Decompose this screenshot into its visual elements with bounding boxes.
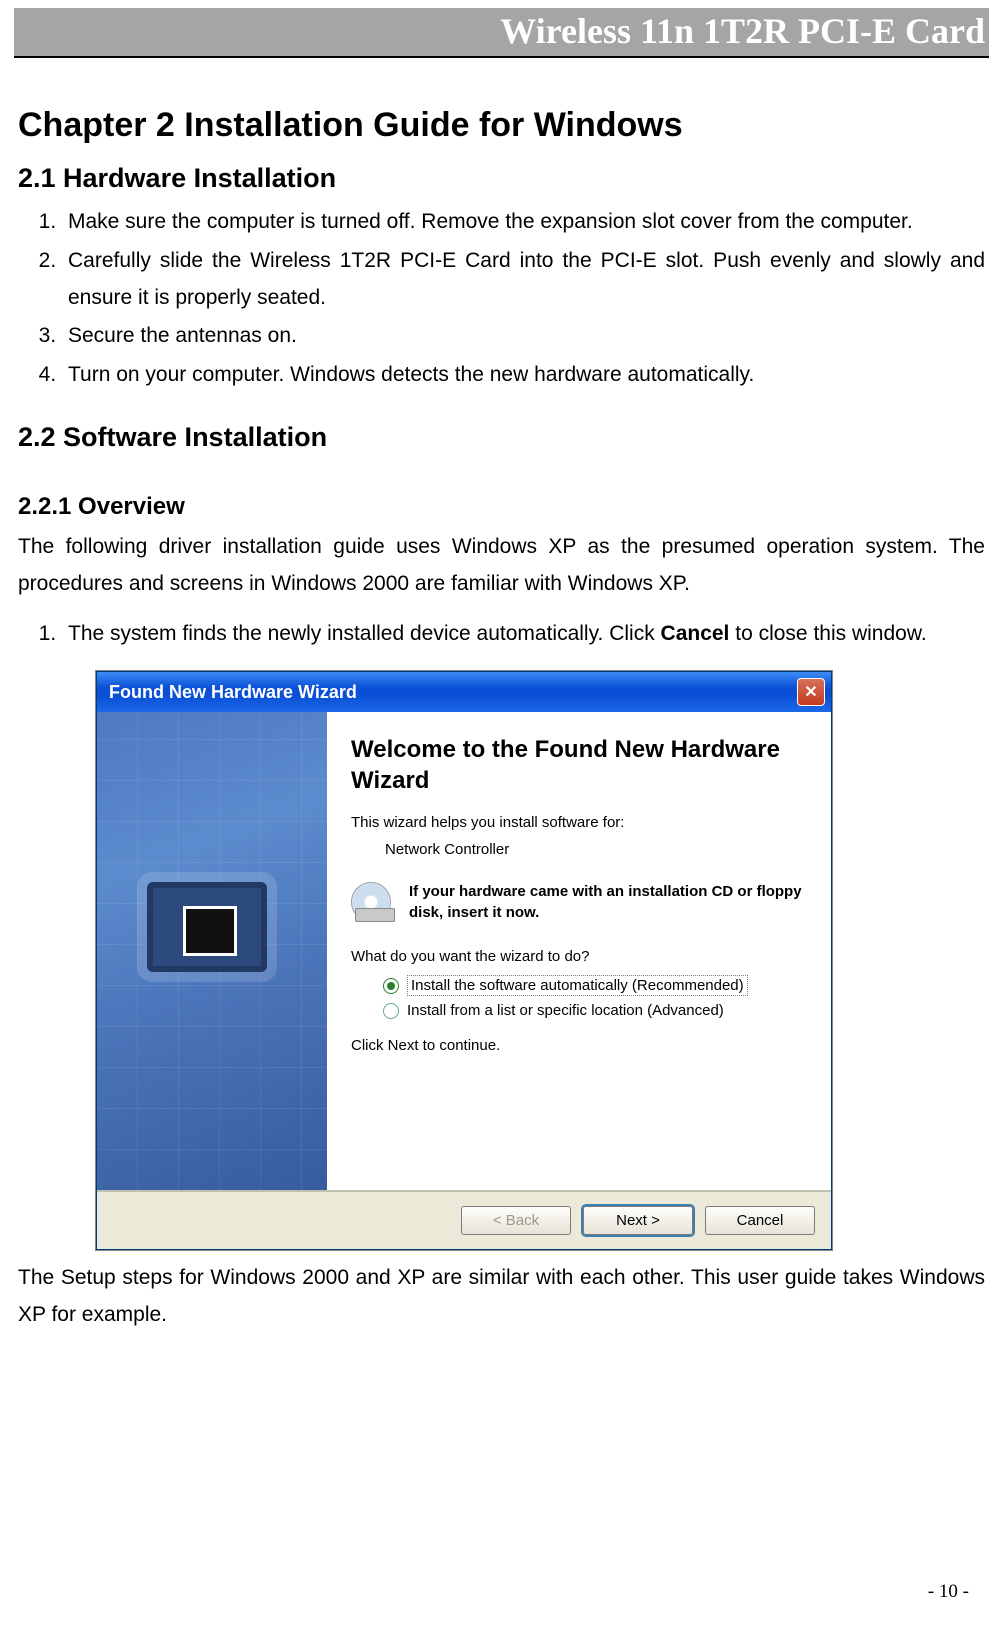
radio-option-auto[interactable]: Install the software automatically (Reco… xyxy=(383,975,811,996)
radio-option-list[interactable]: Install from a list or specific location… xyxy=(383,1002,811,1019)
list-item: Secure the antennas on. xyxy=(62,318,985,355)
back-button[interactable]: < Back xyxy=(461,1206,571,1235)
page-number: - 10 - xyxy=(928,1581,969,1603)
radio-label: Install from a list or specific location… xyxy=(407,1002,724,1019)
list-item: Make sure the computer is turned off. Re… xyxy=(62,204,985,241)
list-item: Turn on your computer. Windows detects t… xyxy=(62,357,985,394)
wizard-question: What do you want the wizard to do? xyxy=(351,948,811,965)
list-item: The system finds the newly installed dev… xyxy=(62,616,985,653)
wizard-titlebar-text: Found New Hardware Wizard xyxy=(109,682,357,703)
after-wizard-paragraph: The Setup steps for Windows 2000 and XP … xyxy=(18,1260,985,1334)
step-text-pre: The system finds the newly installed dev… xyxy=(68,622,661,645)
section-2-2-1-heading: 2.2.1 Overview xyxy=(18,493,985,521)
wizard-screenshot: Found New Hardware Wizard ✕ Welcome to t… xyxy=(96,671,985,1250)
step-text-post: to close this window. xyxy=(729,622,926,645)
wizard-window: Found New Hardware Wizard ✕ Welcome to t… xyxy=(96,671,832,1250)
list-item: Carefully slide the Wireless 1T2R PCI-E … xyxy=(62,243,985,317)
next-button[interactable]: Next > xyxy=(583,1206,693,1235)
wizard-continue-text: Click Next to continue. xyxy=(351,1037,811,1054)
wizard-titlebar[interactable]: Found New Hardware Wizard ✕ xyxy=(97,672,831,712)
wizard-footer: < Back Next > Cancel xyxy=(97,1190,831,1249)
radio-icon xyxy=(383,1003,399,1019)
close-icon[interactable]: ✕ xyxy=(797,678,825,706)
section-2-1-heading: 2.1 Hardware Installation xyxy=(18,163,985,194)
hardware-steps-list: Make sure the computer is turned off. Re… xyxy=(18,204,985,394)
section-2-2-heading: 2.2 Software Installation xyxy=(18,422,985,453)
doc-header: Wireless 11n 1T2R PCI-E Card xyxy=(14,8,989,58)
wizard-help-text: This wizard helps you install software f… xyxy=(351,814,811,831)
step-text-bold: Cancel xyxy=(661,622,730,645)
radio-label: Install the software automatically (Reco… xyxy=(407,975,748,996)
wizard-cd-text: If your hardware came with an installati… xyxy=(409,882,811,923)
wizard-sidebar-graphic xyxy=(97,712,327,1190)
wizard-radio-group: Install the software automatically (Reco… xyxy=(383,975,811,1019)
wizard-content: Welcome to the Found New Hardware Wizard… xyxy=(327,712,831,1190)
cd-drive-icon xyxy=(351,882,395,926)
software-steps-list: The system finds the newly installed dev… xyxy=(18,616,985,653)
hardware-chip-icon xyxy=(147,882,267,972)
overview-paragraph: The following driver installation guide … xyxy=(18,529,985,603)
radio-icon xyxy=(383,978,399,994)
chapter-title: Chapter 2 Installation Guide for Windows xyxy=(18,106,985,145)
wizard-device-name: Network Controller xyxy=(385,841,811,858)
wizard-heading: Welcome to the Found New Hardware Wizard xyxy=(351,734,811,796)
cancel-button[interactable]: Cancel xyxy=(705,1206,815,1235)
